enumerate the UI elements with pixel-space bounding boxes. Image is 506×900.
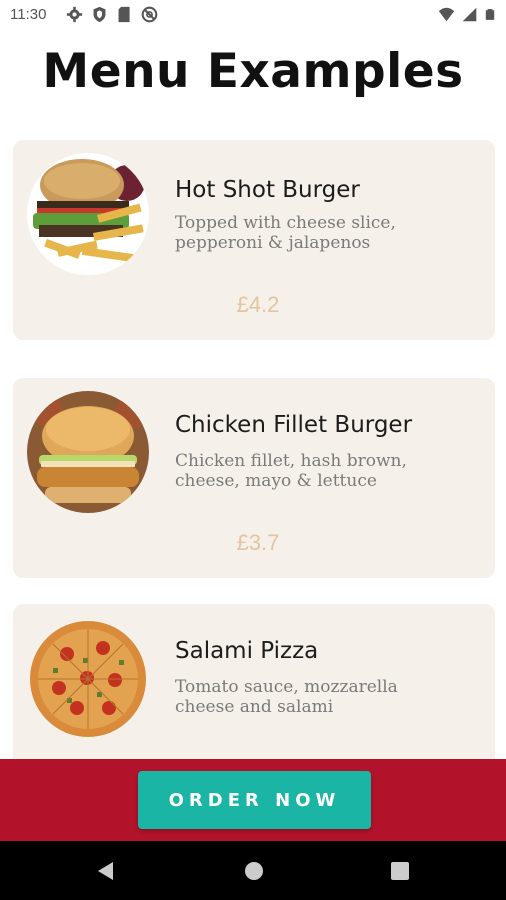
signal-icon <box>462 7 477 22</box>
back-icon[interactable] <box>96 861 116 881</box>
item-description-line: cheese and salami <box>175 697 334 717</box>
no-disturb-icon <box>141 6 158 23</box>
item-price: £3.7 <box>236 530 280 555</box>
item-description-line: pepperoni & jalapenos <box>175 233 371 253</box>
recents-icon[interactable] <box>390 861 410 881</box>
menu-card[interactable]: Hot Shot Burger Topped with cheese slice… <box>13 140 495 340</box>
item-name: Salami Pizza <box>175 638 319 664</box>
order-bar: ORDER NOW <box>0 759 506 841</box>
chicken-burger-icon <box>27 391 149 513</box>
battery-icon <box>485 9 495 20</box>
order-now-button[interactable]: ORDER NOW <box>138 771 371 829</box>
gear-icon <box>66 6 83 23</box>
item-description-line: Chicken fillet, hash brown, <box>175 451 407 471</box>
item-description-line: Tomato sauce, mozzarella <box>175 677 398 697</box>
item-description: Topped with cheese slice, pepperoni & ja… <box>175 213 475 253</box>
home-icon[interactable] <box>244 861 264 881</box>
menu-card[interactable]: Chicken Fillet Burger Chicken fillet, ha… <box>13 378 495 578</box>
item-description: Chicken fillet, hash brown, cheese, mayo… <box>175 451 475 491</box>
wifi-icon <box>438 7 455 22</box>
status-bar: 11:30 <box>0 0 506 32</box>
status-time: 11:30 <box>10 6 47 23</box>
burger-fries-icon <box>27 153 149 275</box>
navigation-bar <box>0 841 506 900</box>
item-description-line: cheese, mayo & lettuce <box>175 471 377 491</box>
pizza-icon <box>27 618 149 740</box>
sd-card-icon <box>118 6 130 23</box>
shield-icon <box>93 6 106 23</box>
item-description: Tomato sauce, mozzarella cheese and sala… <box>175 677 475 717</box>
page-title: Menu Examples <box>42 44 464 99</box>
item-name: Chicken Fillet Burger <box>175 412 413 438</box>
status-icons <box>66 6 158 23</box>
item-name: Hot Shot Burger <box>175 177 360 203</box>
status-right-icons <box>438 6 496 23</box>
item-price: £4.2 <box>236 292 280 317</box>
item-description-line: Topped with cheese slice, <box>175 213 396 233</box>
